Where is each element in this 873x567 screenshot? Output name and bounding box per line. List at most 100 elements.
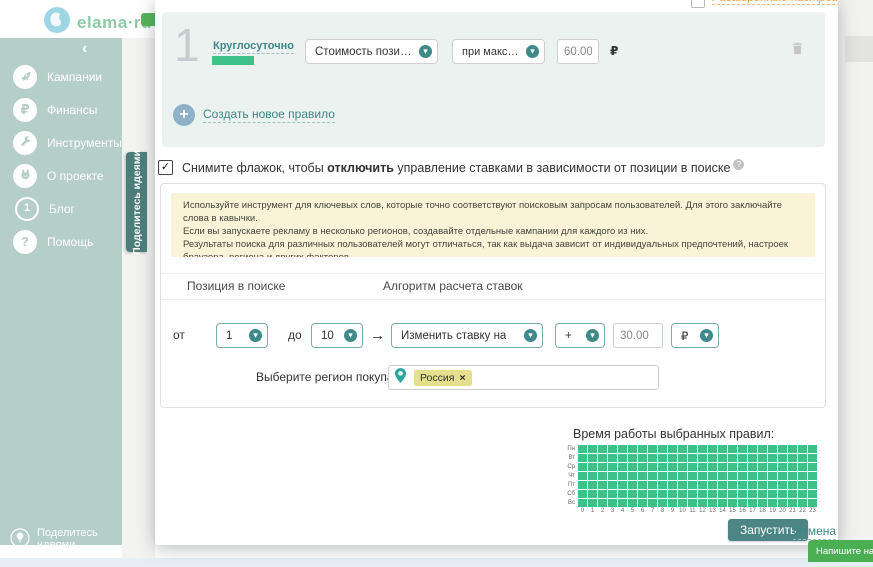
schedule-cell[interactable] [738, 463, 747, 471]
schedule-cell[interactable] [788, 454, 797, 462]
schedule-cell[interactable] [588, 454, 597, 462]
rule-schedule-link[interactable]: Круглосуточно [213, 40, 294, 54]
schedule-cell[interactable] [628, 499, 637, 507]
schedule-cell[interactable] [728, 481, 737, 489]
schedule-cell[interactable] [808, 490, 817, 498]
schedule-cell[interactable] [698, 463, 707, 471]
schedule-cell[interactable] [778, 499, 787, 507]
sidebar-item-help[interactable]: ? Помощь [0, 225, 122, 258]
schedule-cell[interactable] [788, 463, 797, 471]
schedule-cell[interactable] [788, 490, 797, 498]
schedule-cell[interactable] [808, 481, 817, 489]
schedule-cell[interactable] [668, 454, 677, 462]
schedule-cell[interactable] [718, 499, 727, 507]
schedule-cell[interactable] [738, 472, 747, 480]
schedule-cell[interactable] [748, 472, 757, 480]
schedule-cell[interactable] [728, 445, 737, 453]
schedule-cell[interactable] [638, 481, 647, 489]
schedule-cell[interactable] [578, 490, 587, 498]
schedule-cell[interactable] [638, 472, 647, 480]
schedule-cell[interactable] [728, 454, 737, 462]
schedule-cell[interactable] [738, 490, 747, 498]
schedule-cell[interactable] [688, 481, 697, 489]
schedule-cell[interactable] [758, 481, 767, 489]
schedule-cell[interactable] [718, 472, 727, 480]
schedule-cell[interactable] [658, 490, 667, 498]
schedule-cell[interactable] [678, 481, 687, 489]
elama-logo[interactable]: elama·ru [44, 7, 152, 38]
schedule-cell[interactable] [788, 472, 797, 480]
schedule-cell[interactable] [708, 454, 717, 462]
schedule-cell[interactable] [578, 481, 587, 489]
condition-dropdown[interactable]: при максимальной... [452, 39, 545, 64]
schedule-cell[interactable] [668, 499, 677, 507]
schedule-cell[interactable] [698, 481, 707, 489]
schedule-cell[interactable] [608, 490, 617, 498]
schedule-cell[interactable] [718, 454, 727, 462]
schedule-cell[interactable] [658, 463, 667, 471]
schedule-cell[interactable] [718, 481, 727, 489]
schedule-cell[interactable] [738, 499, 747, 507]
schedule-cell[interactable] [678, 454, 687, 462]
schedule-cell[interactable] [678, 472, 687, 480]
schedule-cell[interactable] [798, 499, 807, 507]
sidebar-item-about[interactable]: О проекте [0, 159, 122, 192]
schedule-cell[interactable] [608, 472, 617, 480]
schedule-cell[interactable] [668, 463, 677, 471]
schedule-cell[interactable] [588, 481, 597, 489]
schedule-cell[interactable] [768, 499, 777, 507]
schedule-cell[interactable] [628, 463, 637, 471]
schedule-cell[interactable] [748, 463, 757, 471]
schedule-cell[interactable] [748, 454, 757, 462]
schedule-cell[interactable] [708, 445, 717, 453]
schedule-cell[interactable] [708, 481, 717, 489]
schedule-cell[interactable] [768, 481, 777, 489]
schedule-cell[interactable] [618, 481, 627, 489]
schedule-cell[interactable] [648, 454, 657, 462]
schedule-cell[interactable] [778, 454, 787, 462]
schedule-cell[interactable] [778, 463, 787, 471]
schedule-cell[interactable] [608, 463, 617, 471]
schedule-cell[interactable] [788, 445, 797, 453]
schedule-cell[interactable] [768, 472, 777, 480]
schedule-cell[interactable] [778, 490, 787, 498]
algorithm-select[interactable]: Изменить ставку на [391, 323, 543, 348]
share-ideas-tab[interactable]: Поделитесь идеями [126, 150, 147, 254]
schedule-cell[interactable] [698, 499, 707, 507]
help-icon[interactable]: ? [733, 159, 745, 170]
schedule-cell[interactable] [588, 445, 597, 453]
cancel-link[interactable]: Отмена [793, 524, 837, 540]
schedule-cell[interactable] [758, 490, 767, 498]
schedule-cell[interactable] [718, 463, 727, 471]
schedule-cell[interactable] [668, 472, 677, 480]
schedule-cell[interactable] [688, 463, 697, 471]
region-input[interactable]: Россия × [388, 365, 659, 390]
schedule-cell[interactable] [598, 445, 607, 453]
schedule-cell[interactable] [698, 490, 707, 498]
schedule-cell[interactable] [678, 463, 687, 471]
schedule-cell[interactable] [768, 463, 777, 471]
schedule-cell[interactable] [638, 490, 647, 498]
schedule-cell[interactable] [678, 499, 687, 507]
schedule-cell[interactable] [628, 481, 637, 489]
schedule-cell[interactable] [798, 481, 807, 489]
schedule-cell[interactable] [618, 463, 627, 471]
currency-select[interactable]: ₽ [671, 323, 719, 348]
schedule-cell[interactable] [798, 490, 807, 498]
schedule-cell[interactable] [698, 472, 707, 480]
schedule-cell[interactable] [768, 490, 777, 498]
schedule-cell[interactable] [798, 445, 807, 453]
advanced-settings-checkbox[interactable] [691, 0, 705, 8]
sidebar-item-blog[interactable]: 1 Блог [0, 192, 122, 225]
schedule-cell[interactable] [758, 472, 767, 480]
schedule-cell[interactable] [578, 463, 587, 471]
schedule-cell[interactable] [628, 445, 637, 453]
schedule-cell[interactable] [638, 499, 647, 507]
schedule-cell[interactable] [748, 481, 757, 489]
schedule-cell[interactable] [808, 463, 817, 471]
schedule-cell[interactable] [608, 445, 617, 453]
schedule-cell[interactable] [658, 454, 667, 462]
schedule-cell[interactable] [718, 445, 727, 453]
schedule-cell[interactable] [738, 454, 747, 462]
schedule-cell[interactable] [688, 472, 697, 480]
